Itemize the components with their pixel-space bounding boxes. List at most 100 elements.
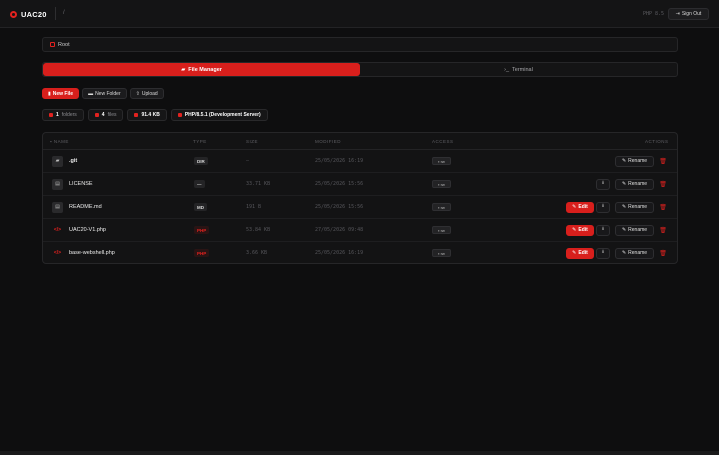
edit-label: Edit (578, 250, 588, 256)
files-label: files (107, 112, 117, 118)
file-size: 33.71 KB (246, 181, 271, 187)
download-button[interactable]: ⭳ (596, 247, 610, 259)
table-row[interactable]: </> UAC20-V1.php PHP 53.84 KB 27/05/2026… (43, 219, 677, 242)
table-row[interactable]: ▰ .git DIR — 25/05/2026 16:19 ▪ rw ✎ Renam… (43, 150, 677, 173)
php-version-chip: PHP/8.5.1 (Development Server) (170, 109, 268, 121)
brand[interactable]: UAC20 (10, 9, 47, 19)
download-button[interactable]: ⭳ (596, 224, 610, 236)
sign-out-label: Sign Out (681, 11, 702, 17)
file-icon (94, 113, 99, 117)
table-row[interactable]: ▤ README.md MD 191 B 25/05/2026 15:56 ▪ r… (43, 196, 677, 219)
rename-label: Rename (628, 250, 648, 256)
folder-icon: ▰ (52, 155, 63, 167)
table-header: ▪ NAME TYPE SIZE MODIFIED ACCESS ACTIONS (43, 133, 677, 150)
php-version: PHP/8.5.1 (Development Server) (184, 112, 261, 118)
folder-icon (49, 113, 53, 117)
table-row[interactable]: </> base-webshell.php PHP 3.66 KB 25/05/… (43, 242, 677, 263)
file-modified: 27/05/2026 09:48 (315, 227, 364, 233)
folders-label: folders (61, 112, 77, 118)
file-name[interactable]: base-webshell.php (69, 250, 115, 256)
breadcrumb-root[interactable]: Root (58, 42, 70, 48)
new-file-label: New File (52, 90, 74, 97)
sign-out-button[interactable]: ⇥ Sign Out (668, 8, 709, 20)
type-badge: MD (194, 203, 207, 211)
access-badge: ▪ rw (432, 203, 451, 211)
access-label: rw (440, 204, 445, 210)
rename-label: Rename (628, 181, 648, 187)
delete-button[interactable]: 🗑 (659, 225, 667, 236)
divider (55, 7, 56, 20)
edit-button[interactable]: ✎ Edit (566, 224, 594, 236)
brand-name: UAC20 (21, 9, 47, 19)
terminal-icon: ›_ (504, 66, 510, 73)
file-modified: 25/05/2026 15:56 (315, 204, 364, 210)
access-badge: ▪ rw (432, 157, 451, 165)
access-badge: ▪ rw (432, 226, 451, 234)
pencil-icon: ✎ (621, 227, 627, 233)
files-count: 4 (101, 112, 105, 118)
delete-button[interactable]: 🗑 (659, 156, 667, 167)
delete-button[interactable]: 🗑 (659, 202, 667, 213)
table-row[interactable]: ▤ LICENSE — 33.71 KB 25/05/2026 15:56 ▪ r… (43, 173, 677, 196)
rename-button[interactable]: ✎ Rename (615, 224, 654, 236)
download-button[interactable]: ⭳ (596, 178, 610, 190)
lock-icon: ▪ (438, 158, 440, 164)
header-size: SIZE (246, 139, 259, 144)
new-folder-button[interactable]: ▬ New Folder (82, 88, 127, 99)
type-badge: — (194, 180, 205, 188)
file-plus-icon: ▮ (48, 90, 51, 97)
delete-button[interactable]: 🗑 (659, 179, 667, 190)
lock-icon: ▪ (438, 181, 440, 187)
home-icon (50, 42, 55, 47)
tab-file-manager[interactable]: ▰ File Manager (43, 63, 360, 76)
tab-label: File Manager (188, 66, 222, 73)
rename-label: Rename (628, 158, 648, 164)
tab-terminal[interactable]: ›_ Terminal (360, 63, 677, 76)
pencil-icon: ✎ (621, 181, 627, 187)
delete-button[interactable]: 🗑 (659, 248, 667, 259)
download-icon: ⭳ (602, 226, 604, 232)
file-name[interactable]: .git (69, 158, 77, 164)
header-name[interactable]: ▪ NAME (50, 139, 69, 144)
files-count-chip: 4 files (87, 109, 124, 121)
upload-button[interactable]: ⇧ Upload (129, 88, 164, 99)
file-name[interactable]: README.md (69, 204, 102, 210)
rename-button[interactable]: ✎ Rename (615, 247, 654, 259)
edit-button[interactable]: ✎ Edit (566, 201, 594, 213)
database-icon (134, 113, 139, 117)
access-label: rw (440, 181, 445, 187)
file-name[interactable]: LICENSE (69, 181, 93, 187)
rename-button[interactable]: ✎ Rename (615, 178, 654, 190)
header-modified: MODIFIED (315, 139, 341, 144)
brand-logo-icon (10, 10, 17, 18)
access-label: rw (440, 250, 445, 256)
file-table: ▪ NAME TYPE SIZE MODIFIED ACCESS ACTIONS… (42, 132, 678, 264)
current-path: / (63, 10, 65, 16)
rename-button[interactable]: ✎ Rename (615, 155, 654, 167)
header-actions: ACTIONS (645, 139, 669, 144)
folders-count-chip: 1 folders (42, 109, 84, 121)
stats-bar: 1 folders 4 files 91.4 KB PHP/8.5.1 (Dev… (42, 109, 268, 122)
new-file-button[interactable]: ▮ New File (42, 88, 80, 99)
file-actions: ▮ New File ▬ New Folder ⇧ Upload (42, 88, 164, 100)
edit-button[interactable]: ✎ Edit (566, 247, 594, 259)
lock-icon: ▪ (438, 204, 440, 210)
file-icon: ▤ (52, 201, 63, 213)
download-button[interactable]: ⭳ (596, 201, 610, 213)
download-icon: ⭳ (602, 203, 604, 209)
type-badge: PHP (194, 226, 210, 234)
rename-button[interactable]: ✎ Rename (615, 201, 654, 213)
file-modified: 25/05/2026 16:19 (315, 158, 364, 164)
bottom-bar (0, 451, 719, 455)
file-name[interactable]: UAC20-V1.php (69, 227, 106, 233)
header-name-label: NAME (53, 139, 69, 144)
pencil-icon: ✎ (572, 204, 577, 210)
code-icon: </> (53, 227, 62, 233)
access-label: rw (440, 158, 445, 164)
upload-label: Upload (141, 90, 158, 97)
pencil-icon: ✎ (621, 250, 627, 256)
tab-label: Terminal (512, 66, 533, 73)
size-chip: 91.4 KB (127, 109, 167, 121)
type-badge: DIR (194, 157, 208, 165)
pencil-icon: ✎ (621, 204, 627, 210)
